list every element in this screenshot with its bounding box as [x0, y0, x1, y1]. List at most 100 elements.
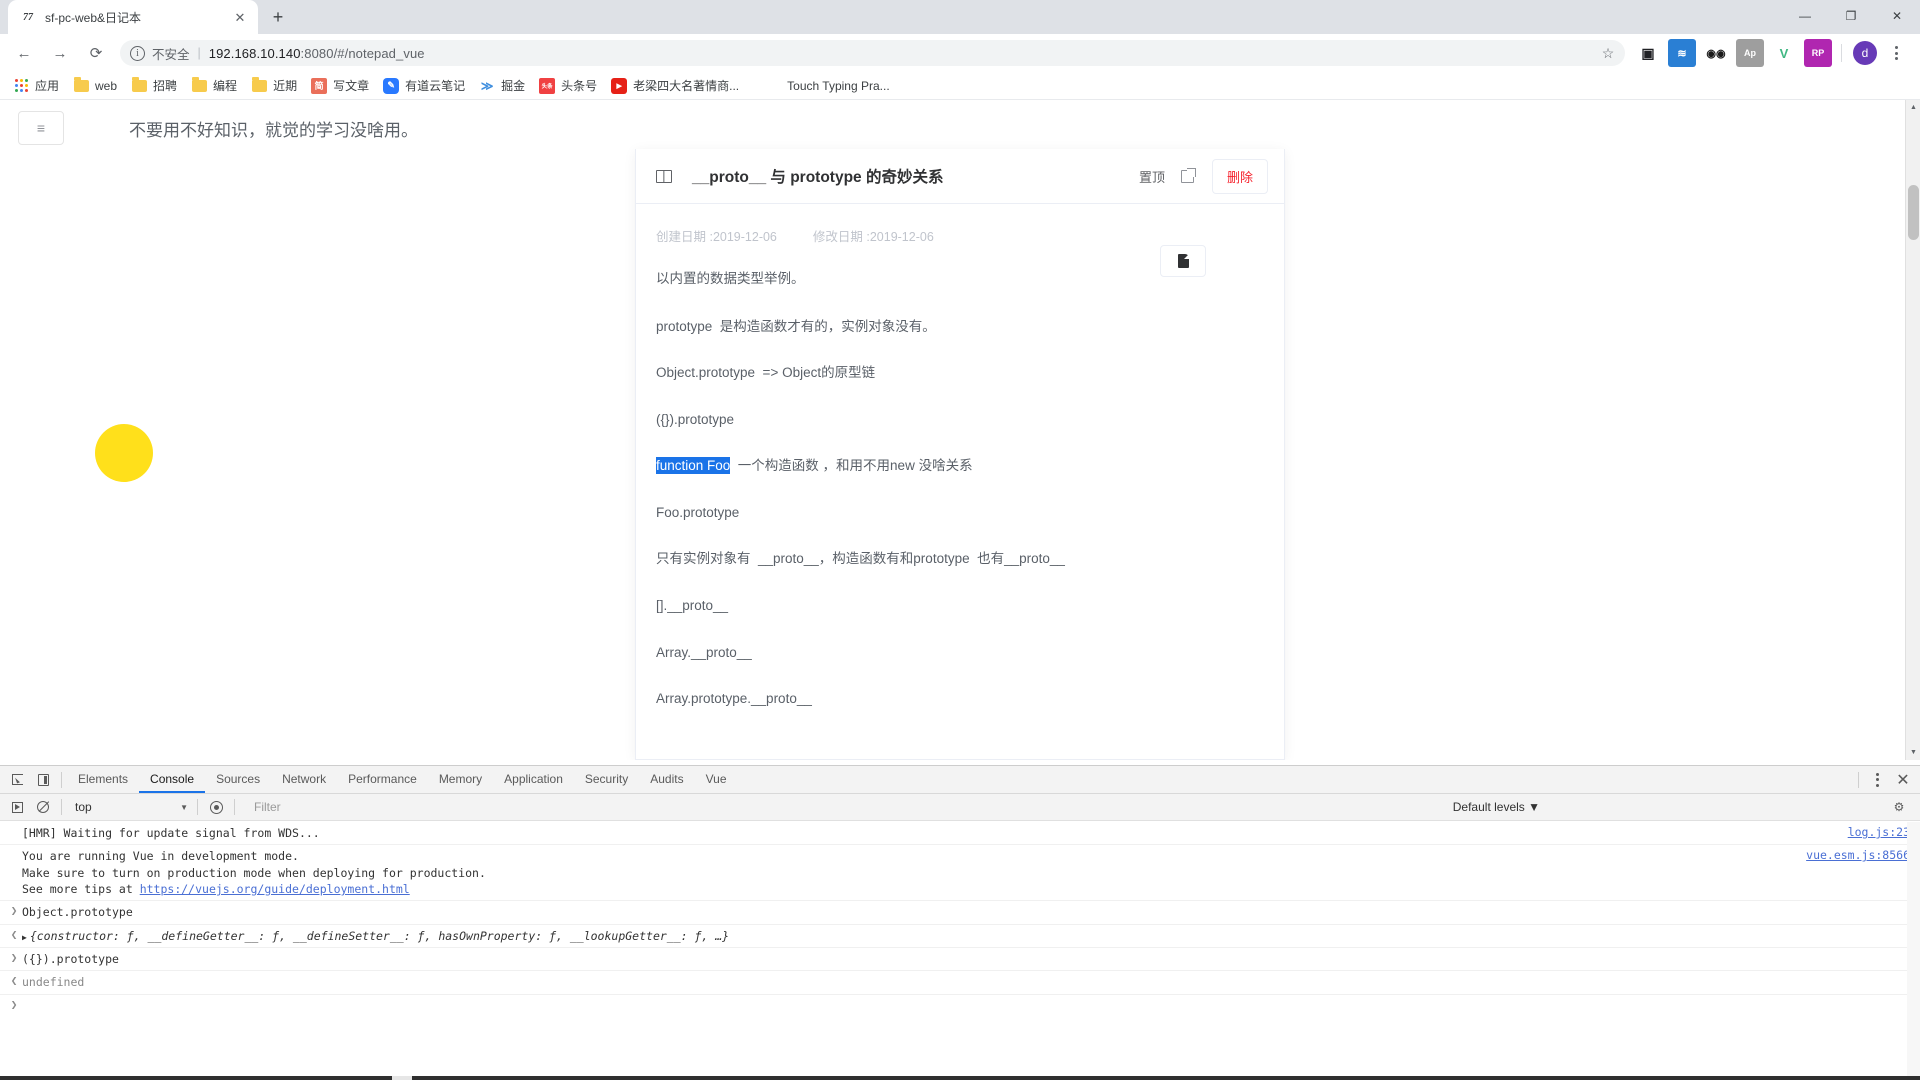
console-gutter-input: ❯ — [10, 904, 18, 918]
url-host: 192.168.10.140 — [208, 45, 301, 61]
tab-title: sf-pc-web&日记本 — [45, 10, 142, 25]
bookmark-star-icon[interactable]: ☆ — [1595, 40, 1621, 66]
copy-document-button[interactable] — [1160, 245, 1206, 277]
console-source-link[interactable]: vue.esm.js:8566 — [1806, 848, 1910, 862]
page-scrollbar[interactable]: ▲ ▼ — [1905, 100, 1920, 760]
scroll-up-arrow[interactable]: ▲ — [1906, 100, 1920, 115]
minimize-button[interactable]: — — [1782, 0, 1828, 32]
note-line: Object.prototype => Object的原型链 — [656, 365, 876, 381]
maximize-button[interactable]: ❐ — [1828, 0, 1874, 32]
devtools-divider — [197, 799, 198, 815]
console-result-object[interactable]: ▶ {constructor: ƒ, __defineGetter__: ƒ, _… — [22, 928, 1914, 944]
tab-security[interactable]: Security — [574, 766, 639, 793]
console-gutter-input: ❯ — [10, 950, 18, 964]
console-prompt-row[interactable]: ❯ — [0, 995, 1920, 1014]
note-line: [].__proto__ — [656, 597, 729, 613]
bookmark-recruit[interactable]: 招聘 — [124, 75, 184, 97]
live-expression-icon[interactable] — [203, 794, 229, 820]
page-scrollbar-thumb[interactable] — [1908, 185, 1919, 240]
app-motto-text: 不要用不好知识，就觉的学习没啥用。 — [129, 120, 418, 140]
bookmark-juejin[interactable]: ≫ 掘金 — [472, 75, 532, 97]
tab-performance[interactable]: Performance — [337, 766, 428, 793]
bookmark-web[interactable]: web — [66, 75, 124, 97]
bookmark-label: 应用 — [35, 79, 60, 93]
tab-close-icon[interactable]: ✕ — [232, 9, 248, 25]
rp-extension-icon[interactable]: RP — [1804, 39, 1832, 67]
wps-extension-icon[interactable]: ≋ — [1668, 39, 1696, 67]
close-window-button[interactable]: ✕ — [1874, 0, 1920, 32]
vue-devtools-extension-icon[interactable]: V — [1770, 39, 1798, 67]
device-toolbar-icon[interactable] — [30, 767, 56, 793]
site-info-icon[interactable]: i — [130, 45, 145, 61]
kebab-menu-icon[interactable] — [1864, 767, 1890, 793]
execution-context-value: top — [75, 800, 92, 814]
execute-icon[interactable] — [4, 794, 30, 820]
glasses-extension-icon[interactable]: ◉◉ — [1702, 39, 1730, 67]
folder-icon — [73, 76, 89, 94]
chrome-menu-icon[interactable] — [1882, 39, 1910, 67]
pin-to-top-button[interactable]: 置顶 — [1139, 167, 1165, 186]
tab-console[interactable]: Console — [139, 766, 205, 793]
tab-sources[interactable]: Sources — [205, 766, 271, 793]
console-input-expression: Object.prototype — [22, 905, 133, 920]
tab-memory[interactable]: Memory — [428, 766, 493, 793]
profile-avatar[interactable]: d — [1853, 41, 1877, 65]
note-line: ({}).prototype — [656, 411, 735, 427]
new-tab-button[interactable]: + — [264, 3, 292, 31]
bookmark-youdao[interactable]: ✎ 有道云笔记 — [376, 75, 472, 97]
tab-network[interactable]: Network — [271, 766, 337, 793]
ap-extension-icon[interactable]: Ap — [1736, 39, 1764, 67]
picture-in-picture-extension-icon[interactable]: ▣ — [1634, 39, 1662, 67]
vue-deployment-link[interactable]: https://vuejs.org/guide/deployment.html — [140, 882, 410, 896]
tab-elements[interactable]: Elements — [67, 766, 139, 793]
tab-application[interactable]: Application — [493, 766, 574, 793]
forward-button[interactable]: → — [44, 37, 76, 69]
extension-icons: ▣ ≋ ◉◉ Ap V RP — [1631, 39, 1835, 67]
tab-favicon-icon: 77 — [23, 11, 33, 23]
taskbar-segment — [0, 1076, 392, 1080]
console-scrollbar[interactable] — [1907, 822, 1920, 1080]
delete-button[interactable]: 删除 — [1211, 158, 1268, 194]
url-path: :8080/#/notepad_vue — [300, 45, 425, 61]
folder-icon — [251, 76, 267, 94]
back-button[interactable]: ← — [8, 37, 40, 69]
execution-context-select[interactable]: top ▼ — [67, 798, 192, 817]
settings-gear-icon[interactable]: ⚙ — [1886, 794, 1912, 820]
note-line: Array.prototype.__proto__ — [656, 691, 812, 707]
sidebar-toggle-button[interactable]: ≡ — [18, 111, 64, 145]
console-output[interactable]: [HMR] Waiting for update signal from WDS… — [0, 822, 1920, 1080]
bookmark-recent[interactable]: 近期 — [244, 75, 304, 97]
inspect-element-icon[interactable] — [4, 767, 30, 793]
bookmark-jianshu[interactable]: 简 写文章 — [304, 75, 376, 97]
devtools-tabbar: Elements Console Sources Network Perform… — [0, 766, 1920, 794]
tab-vue[interactable]: Vue — [695, 766, 738, 793]
browser-tab[interactable]: 77 sf-pc-web&日记本 ✕ — [8, 0, 258, 34]
devtools-panel: Elements Console Sources Network Perform… — [0, 765, 1920, 1080]
created-date-label: 创建日期 :2019-12-06 — [656, 230, 777, 244]
browser-window: 77 sf-pc-web&日记本 ✕ + — ❐ ✕ ← → ⟳ i 不安全 |… — [0, 0, 1920, 1080]
devtools-close-icon[interactable]: ✕ — [1890, 767, 1916, 793]
bookmark-programming[interactable]: 编程 — [184, 75, 244, 97]
note-line-selected: function Foo 一个构造函数 ，和用不用new 没啥关系 — [656, 456, 1264, 476]
tab-audits[interactable]: Audits — [639, 766, 694, 793]
log-levels-dropdown[interactable]: Default levels ▼ — [1453, 800, 1540, 814]
console-row-result-undefined: ❮ undefined — [0, 971, 1920, 995]
bookmark-toutiao[interactable]: 头条 头条号 — [532, 75, 604, 97]
clear-console-icon[interactable] — [30, 794, 56, 820]
security-status-label: 不安全 — [152, 47, 190, 62]
expand-triangle-icon[interactable]: ▶ — [22, 932, 27, 943]
console-filter-input[interactable]: Filter — [254, 800, 674, 814]
note-title: __proto__ 与 prototype 的奇妙关系 — [692, 169, 944, 186]
note-line: Foo.prototype — [656, 504, 740, 520]
external-link-icon[interactable] — [1180, 167, 1196, 183]
note-line: Array.__proto__ — [656, 644, 752, 660]
address-bar[interactable]: i 不安全 | 192.168.10.140:8080/#/notepad_vu… — [120, 40, 1625, 66]
bookmarks-bar: 应用 web 招聘 编程 近期 简 写文章 ✎ 有道云笔记 ≫ 掘金 头条 头条… — [0, 72, 1920, 100]
console-source-link[interactable]: log.js:23 — [1848, 825, 1910, 839]
bookmark-apps[interactable]: 应用 — [6, 75, 66, 97]
bookmark-touch-typing[interactable]: Touch Typing Pra... — [780, 75, 897, 97]
reload-button[interactable]: ⟳ — [80, 37, 112, 69]
scroll-down-arrow[interactable]: ▼ — [1906, 745, 1920, 760]
bookmark-laoliang-video[interactable]: ▶ 老梁四大名著情商... — [604, 75, 746, 97]
folder-icon — [131, 76, 147, 94]
